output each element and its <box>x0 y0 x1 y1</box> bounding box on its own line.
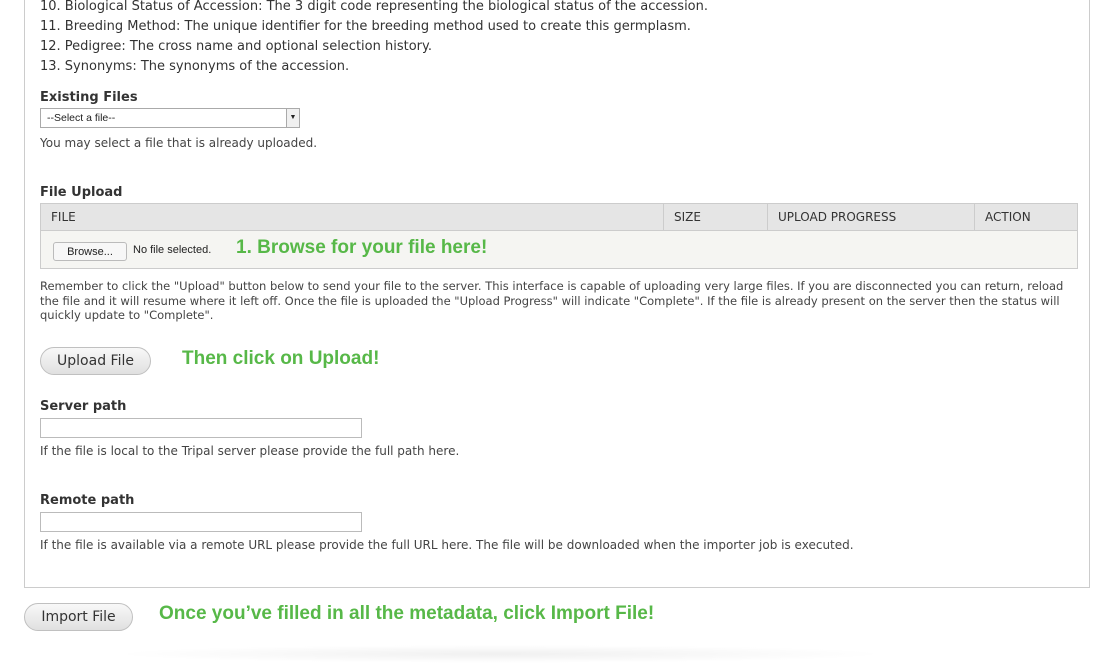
remote-path-description: If the file is available via a remote UR… <box>40 538 854 552</box>
column-description-list: 10. Biological Status of Accession: The … <box>40 0 708 77</box>
column-header-action: ACTION <box>974 204 1077 230</box>
existing-files-description: You may select a file that is already up… <box>40 136 318 150</box>
import-file-button[interactable]: Import File <box>24 603 133 631</box>
upload-annotation: Then click on Upload! <box>182 348 380 369</box>
server-path-description: If the file is local to the Tripal serve… <box>40 444 460 458</box>
column-header-upload-progress: UPLOAD PROGRESS <box>767 204 974 230</box>
chevron-down-icon[interactable]: ▼ <box>286 109 299 127</box>
bottom-shadow <box>110 645 890 663</box>
file-upload-table: FILE SIZE UPLOAD PROGRESS ACTION Browse.… <box>40 203 1078 269</box>
remote-path-input[interactable] <box>40 512 362 532</box>
upload-instructions: Remember to click the "Upload" button be… <box>40 279 1064 322</box>
list-item: 11. Breeding Method: The unique identifi… <box>40 19 691 34</box>
column-header-file: FILE <box>51 210 76 224</box>
list-item: 12. Pedigree: The cross name and optiona… <box>40 39 432 54</box>
server-path-input[interactable] <box>40 418 362 438</box>
remote-path-label: Remote path <box>40 493 135 508</box>
list-item: 10. Biological Status of Accession: The … <box>40 0 709 14</box>
column-header-size: SIZE <box>663 204 767 230</box>
no-file-selected-text: No file selected. <box>133 244 212 256</box>
list-item: 13. Synonyms: The synonyms of the access… <box>40 59 350 74</box>
select-value: --Select a file-- <box>47 112 116 124</box>
import-annotation: Once you’ve filled in all the metadata, … <box>159 603 655 624</box>
upload-file-button[interactable]: Upload File <box>40 347 151 375</box>
server-path-label: Server path <box>40 399 127 414</box>
table-header: FILE SIZE UPLOAD PROGRESS ACTION <box>41 204 1077 231</box>
existing-files-label: Existing Files <box>40 90 138 105</box>
file-upload-label: File Upload <box>40 185 123 200</box>
existing-files-select[interactable]: --Select a file-- ▼ <box>40 108 300 128</box>
browse-button[interactable]: Browse... <box>53 242 127 261</box>
browse-annotation: 1. Browse for your file here! <box>236 237 488 258</box>
